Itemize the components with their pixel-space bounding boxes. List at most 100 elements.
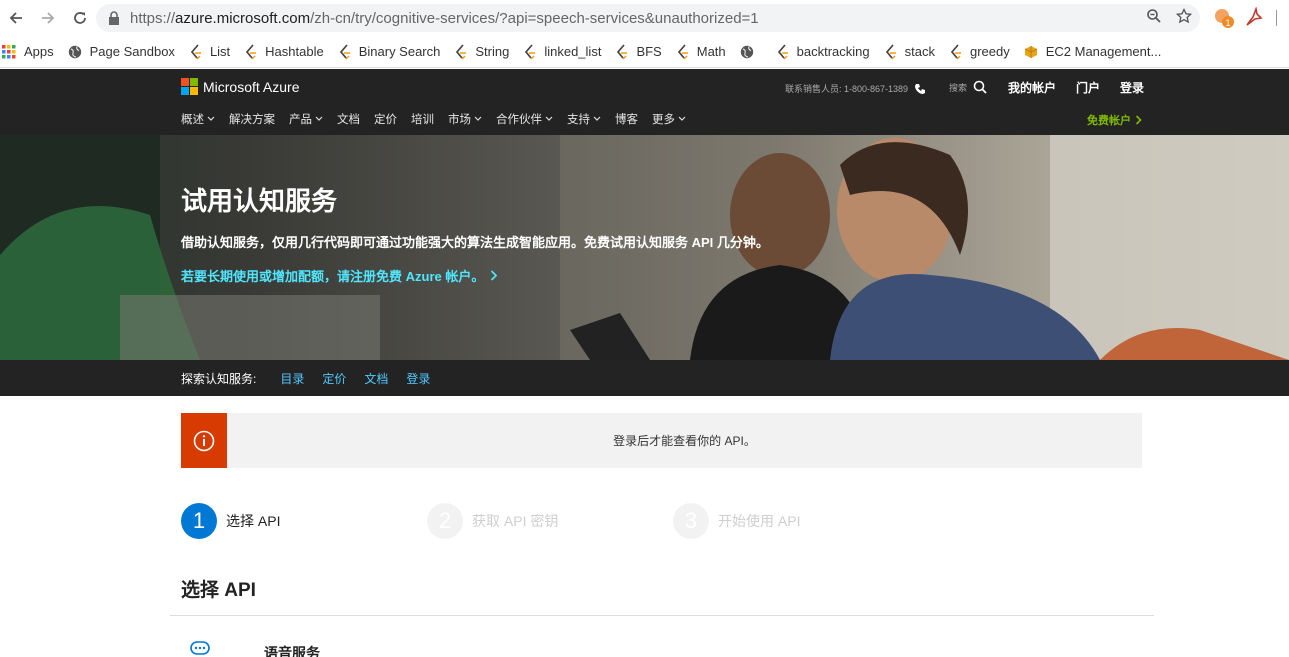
menu-item-8[interactable]: 支持	[567, 111, 601, 127]
bookmark-stack[interactable]: stack	[884, 43, 935, 60]
header-link-2[interactable]: 登录	[1120, 79, 1144, 96]
menu-item-label: 定价	[374, 114, 397, 126]
bookmark-binary-search[interactable]: Binary Search	[338, 43, 441, 60]
azure-header: Microsoft Azure 联系销售人员: 1-800-867-1389 搜…	[0, 69, 1289, 135]
step-label: 选择 API	[226, 513, 281, 529]
menu-item-1[interactable]: 解决方案	[229, 111, 275, 127]
bookmark-label: Math	[696, 44, 726, 59]
bookmark-backtracking[interactable]: backtracking	[776, 43, 870, 60]
pdf-icon	[1246, 6, 1263, 26]
leetcode-icon	[884, 43, 897, 60]
url-text: https://azure.microsoft.com/zh-cn/try/co…	[130, 9, 759, 27]
hero-subtitle: 借助认知服务，仅用几行代码即可通过功能强大的算法生成智能应用。免费试用认知服务 …	[181, 235, 769, 250]
api-item-speech[interactable]: 语音服务	[190, 639, 320, 657]
leetcode-icon	[244, 43, 257, 60]
step-1: 1 选择 API	[181, 503, 280, 539]
azure-logo[interactable]: Microsoft Azure	[181, 78, 299, 95]
lock-icon	[109, 11, 119, 25]
bookmark-ec2-management[interactable]: EC2 Management...	[1024, 44, 1161, 59]
hero-signup-link[interactable]: 若要长期使用或增加配额，请注册免费 Azure 帐户。	[181, 266, 498, 285]
menu-item-2[interactable]: 产品	[289, 111, 323, 127]
menu-item-4[interactable]: 定价	[374, 111, 397, 127]
bookmark-math[interactable]: Math	[676, 43, 726, 60]
leetcode-icon	[776, 43, 789, 60]
bookmark-bfs[interactable]: BFS	[615, 43, 662, 60]
extension-button[interactable]: 1	[1213, 7, 1235, 34]
aws-icon	[1024, 45, 1038, 59]
star-icon[interactable]	[1176, 8, 1192, 24]
header-top-links: 我的帐户 门户 登录	[1008, 79, 1144, 96]
header-link-0[interactable]: 我的帐户	[1008, 79, 1056, 96]
bookmark-label: linked_list	[544, 44, 602, 59]
menu-item-label: 市场	[448, 114, 471, 126]
explore-link-2[interactable]: 文档	[364, 370, 388, 387]
step-number: 1	[181, 503, 217, 539]
bookmark-label: backtracking	[796, 44, 870, 59]
menu-item-label: 文档	[337, 114, 360, 126]
chevron-right-icon	[1135, 115, 1142, 125]
arrow-left-icon	[9, 12, 22, 24]
bookmark-list[interactable]: List	[189, 43, 230, 60]
menu-item-label: 更多	[652, 114, 675, 126]
chevron-down-icon	[207, 116, 215, 121]
menu-item-6[interactable]: 市场	[448, 111, 482, 127]
step-number: 2	[427, 503, 463, 539]
section-title: 选择 API	[181, 580, 256, 601]
bookmark-hashtable[interactable]: Hashtable	[244, 43, 324, 60]
step-label: 开始使用 API	[718, 513, 801, 529]
step-label: 获取 API 密钥	[472, 513, 559, 529]
menu-item-label: 解决方案	[229, 114, 275, 126]
zoom-icon[interactable]	[1146, 8, 1162, 24]
bookmark-greedy[interactable]: greedy	[949, 43, 1010, 60]
step-3: 3 开始使用 API	[673, 503, 800, 539]
chevron-down-icon	[593, 116, 601, 121]
progress-steps: 1 选择 API 2 获取 API 密钥 3 开始使用 API	[181, 503, 1081, 541]
speech-chat-icon	[190, 641, 210, 655]
address-bar[interactable]: https://azure.microsoft.com/zh-cn/try/co…	[96, 4, 1200, 32]
menu-item-9[interactable]: 博客	[615, 111, 638, 127]
extension-icon: 1	[1215, 9, 1234, 28]
bookmark-label: String	[475, 44, 510, 59]
explore-link-3[interactable]: 登录	[406, 370, 430, 387]
explore-link-0[interactable]: 目录	[280, 370, 304, 387]
signin-alert-text: 登录后才能查看你的 API。	[613, 434, 756, 448]
bookmark-string[interactable]: String	[454, 43, 510, 60]
forward-button[interactable]	[32, 0, 64, 36]
menu-item-10[interactable]: 更多	[652, 111, 686, 127]
free-account-label: 免费帐户	[1087, 115, 1131, 127]
menu-item-0[interactable]: 概述	[181, 111, 215, 127]
bookmark-linked-list[interactable]: linked_list	[523, 43, 602, 60]
menu-item-3[interactable]: 文档	[337, 111, 360, 127]
reload-button[interactable]	[64, 0, 96, 36]
bookmark-globe[interactable]	[740, 45, 762, 59]
api-item-label: 语音服务	[264, 645, 320, 657]
menu-item-5[interactable]: 培训	[411, 111, 434, 127]
bookmark-page-sandbox[interactable]: Page Sandbox	[68, 44, 175, 59]
leetcode-icon	[676, 43, 689, 60]
info-icon	[193, 430, 215, 451]
explore-label: 探索认知服务:	[181, 371, 257, 386]
pdf-extension-button[interactable]	[1245, 6, 1263, 32]
free-account-link[interactable]: 免费帐户	[1087, 112, 1142, 128]
contact-sales-text: 联系销售人员: 1-800-867-1389	[785, 84, 909, 94]
bookmark-label: Binary Search	[358, 44, 441, 59]
phone-icon	[915, 83, 926, 94]
explore-link-1[interactable]: 定价	[322, 370, 346, 387]
menu-item-label: 概述	[181, 114, 204, 126]
menu-item-7[interactable]: 合作伙伴	[496, 111, 553, 127]
bookmarks-bar: Apps Page Sandbox List Hashtable Binary Sear…	[0, 36, 1289, 68]
leetcode-icon	[189, 43, 202, 60]
arrow-right-icon	[42, 12, 55, 24]
svg-text:1: 1	[1225, 18, 1230, 28]
leetcode-icon	[523, 43, 536, 60]
reload-icon	[74, 12, 86, 24]
site-search[interactable]: 搜索	[949, 80, 987, 94]
bookmark-label: Apps	[24, 44, 54, 59]
menu-item-label: 支持	[567, 114, 590, 126]
contact-sales[interactable]: 联系销售人员: 1-800-867-1389	[785, 82, 926, 95]
header-link-1[interactable]: 门户	[1076, 79, 1100, 96]
back-button[interactable]	[0, 0, 32, 36]
bookmark-apps[interactable]: Apps	[2, 44, 54, 59]
hero-title: 试用认知服务	[181, 186, 338, 216]
bookmark-label: Hashtable	[265, 44, 324, 59]
